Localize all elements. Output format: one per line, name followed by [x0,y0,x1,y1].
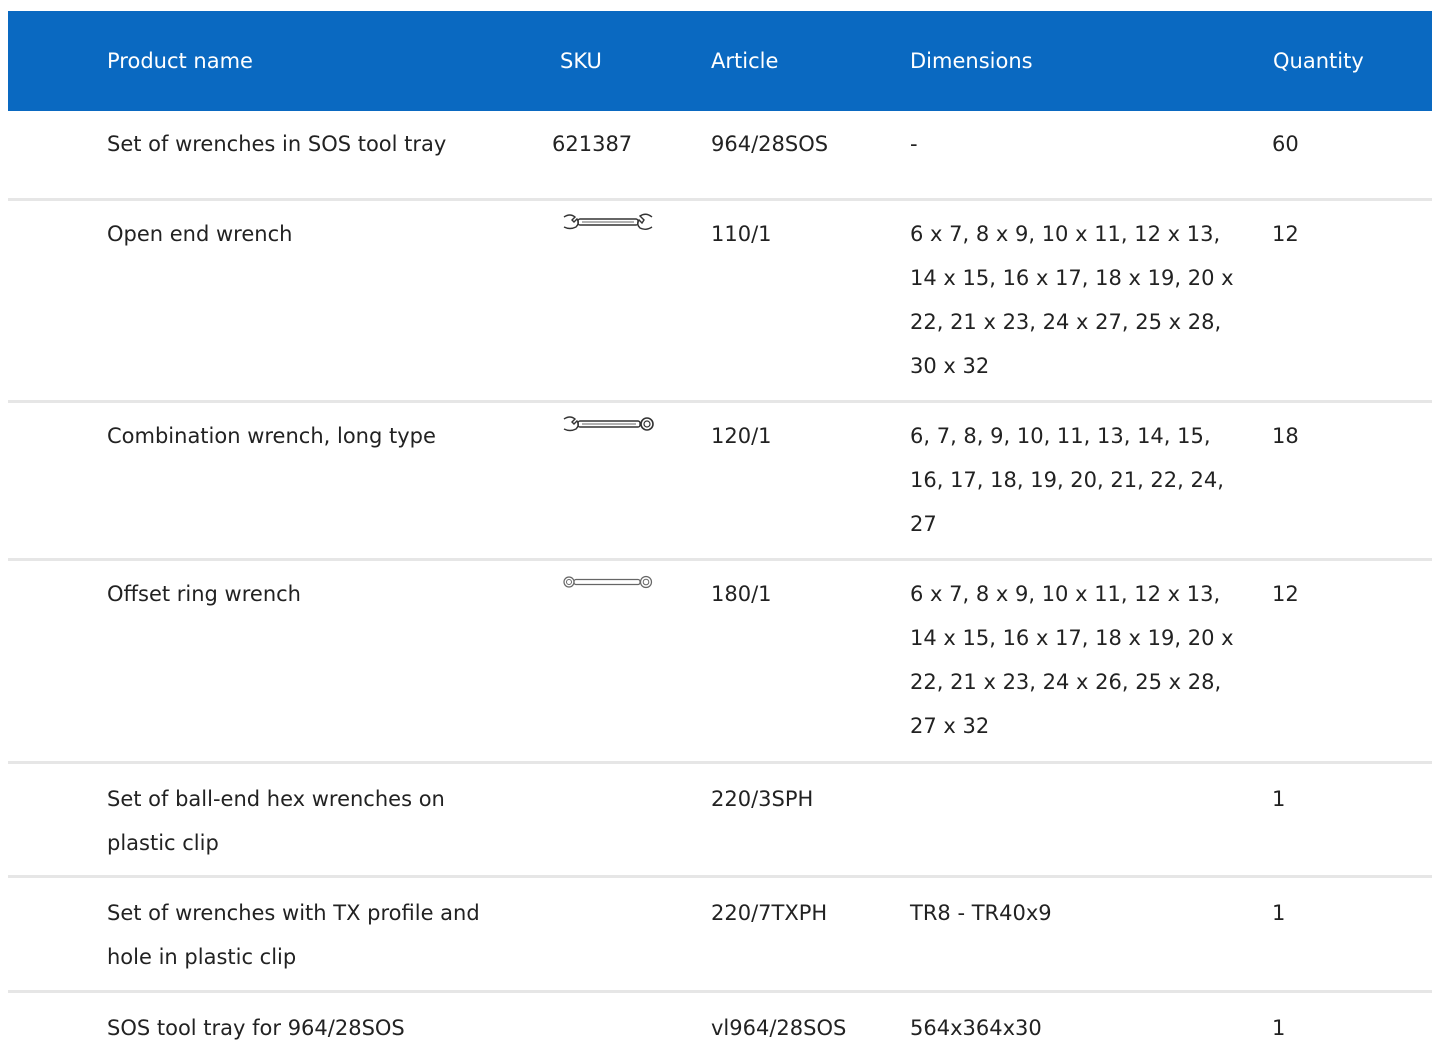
quantity: 12 [1272,582,1299,606]
product-table: Product name SKU Article Dimensions Quan… [8,11,1432,1063]
article: 220/7TXPH [711,901,828,925]
table-row: Offset ring wrench 180/1 6 x 7, 8 x 9, 1… [8,561,1432,764]
dimensions: TR8 - TR40x9 [910,901,1052,925]
article: 180/1 [711,582,772,606]
open-end-wrench-icon [560,211,656,233]
article: vl964/28SOS [711,1016,847,1040]
article: 964/28SOS [711,132,829,156]
quantity: 1 [1272,1016,1286,1040]
product-name: Set of wrenches with TX profile and hole… [107,901,480,969]
quantity: 1 [1272,787,1286,811]
product-name: Open end wrench [107,222,293,246]
table-row: Set of ball-end hex wrenches on plastic … [8,764,1432,878]
ring-wrench-icon [560,571,656,593]
product-name: SOS tool tray for 964/28SOS [107,1016,405,1040]
product-name: Set of wrenches in SOS tool tray [107,132,447,156]
table-row: Combination wrench, long type 120/1 6, 7… [8,403,1432,561]
header-quantity[interactable]: Quantity [1273,48,1364,74]
header-sku[interactable]: SKU [560,48,602,74]
quantity: 12 [1272,222,1299,246]
dimensions: 6 x 7, 8 x 9, 10 x 11, 12 x 13, 14 x 15,… [910,222,1234,378]
quantity: 1 [1272,901,1286,925]
dimensions: 6 x 7, 8 x 9, 10 x 11, 12 x 13, 14 x 15,… [910,582,1234,738]
article: 110/1 [711,222,772,246]
table-row: SOS tool tray for 964/28SOS vl964/28SOS … [8,993,1432,1063]
dimensions: - [910,132,918,156]
combination-wrench-icon [560,413,656,435]
header-article[interactable]: Article [711,48,778,74]
table-row: Open end wrench 110/1 6 x 7, 8 x 9, 10 x… [8,201,1432,403]
product-name: Combination wrench, long type [107,424,436,448]
dimensions: 564x364x30 [910,1016,1042,1040]
product-name: Offset ring wrench [107,582,301,606]
table-row: Set of wrenches with TX profile and hole… [8,878,1432,993]
quantity: 60 [1272,132,1299,156]
article: 120/1 [711,424,772,448]
product-name: Set of ball-end hex wrenches on plastic … [107,787,445,855]
sku: 621387 [552,132,633,156]
article: 220/3SPH [711,787,814,811]
header-dimensions[interactable]: Dimensions [910,48,1033,74]
header-product-name[interactable]: Product name [107,48,253,74]
dimensions: 6, 7, 8, 9, 10, 11, 13, 14, 15, 16, 17, … [910,424,1224,536]
table-header: Product name SKU Article Dimensions Quan… [8,11,1432,111]
quantity: 18 [1272,424,1299,448]
table-row: Set of wrenches in SOS tool tray 621387 … [8,111,1432,201]
